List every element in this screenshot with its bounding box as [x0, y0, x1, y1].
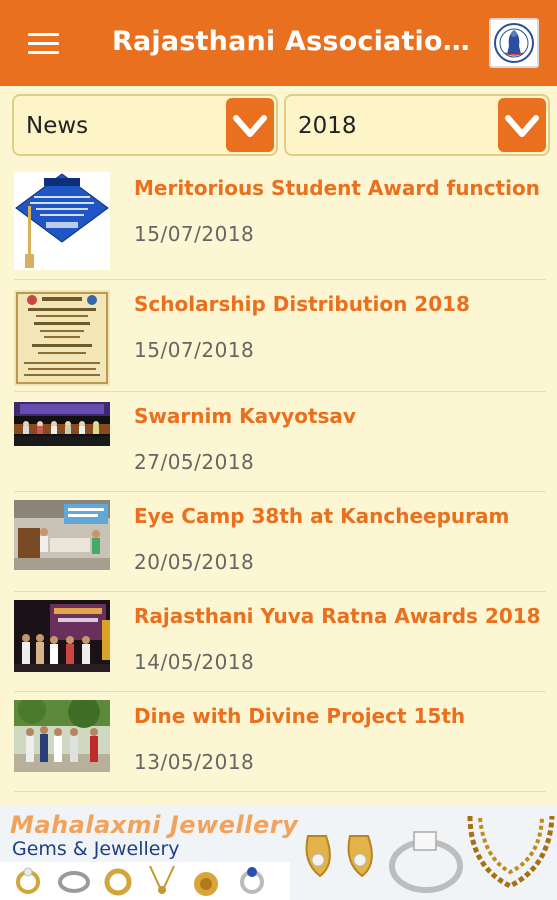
news-date: 20/05/2018: [134, 550, 255, 574]
news-date: 15/07/2018: [134, 222, 255, 246]
year-selected-value: 2018: [298, 113, 357, 139]
app-title: Rajasthani Association…: [112, 26, 472, 57]
chevron-down-icon[interactable]: [498, 98, 546, 152]
news-title[interactable]: Dine with Divine Project 15th: [134, 704, 465, 728]
advertisement-banner[interactable]: Mahalaxmi Jewellery Gems & Jewellery: [0, 806, 557, 900]
news-item[interactable]: Rajasthani Yuva Ratna Awards 2018 14/05/…: [14, 592, 546, 692]
news-list: Meritorious Student Award function 15/07…: [14, 166, 546, 792]
category-dropdown[interactable]: News: [12, 94, 278, 156]
stage-event-image: [14, 402, 110, 446]
news-item[interactable]: Scholarship Distribution 2018 15/07/2018: [14, 280, 546, 392]
ad-tagline: Gems & Jewellery: [12, 838, 180, 860]
app-bar: Rajasthani Association…: [0, 0, 557, 86]
news-title[interactable]: Scholarship Distribution 2018: [134, 292, 470, 316]
news-date: 14/05/2018: [134, 650, 255, 674]
ad-brand-name: Mahalaxmi Jewellery: [10, 811, 299, 839]
year-dropdown[interactable]: 2018: [284, 94, 550, 156]
news-title[interactable]: Rajasthani Yuva Ratna Awards 2018: [134, 604, 541, 628]
news-date: 27/05/2018: [134, 450, 255, 474]
news-date: 15/07/2018: [134, 338, 255, 362]
graduation-cap-image: [14, 172, 110, 270]
association-logo[interactable]: [489, 18, 539, 68]
news-title[interactable]: Swarnim Kavyotsav: [134, 404, 356, 428]
hamburger-menu-icon[interactable]: [28, 28, 60, 58]
filter-bar: News 2018: [0, 94, 557, 156]
chevron-down-icon[interactable]: [226, 98, 274, 152]
category-selected-value: News: [26, 113, 89, 139]
news-item[interactable]: Dine with Divine Project 15th 13/05/2018: [14, 692, 546, 792]
news-item[interactable]: Swarnim Kavyotsav 27/05/2018: [14, 392, 546, 492]
eye-camp-image: [14, 500, 110, 570]
awards-stage-image: [14, 600, 110, 672]
news-title[interactable]: Eye Camp 38th at Kancheepuram: [134, 504, 509, 528]
news-item[interactable]: Meritorious Student Award function 15/07…: [14, 166, 546, 280]
news-title[interactable]: Meritorious Student Award function: [134, 176, 540, 200]
invitation-card-image: [14, 290, 110, 386]
outdoor-group-image: [14, 700, 110, 772]
news-item[interactable]: Eye Camp 38th at Kancheepuram 20/05/2018: [14, 492, 546, 592]
news-date: 13/05/2018: [134, 750, 255, 774]
